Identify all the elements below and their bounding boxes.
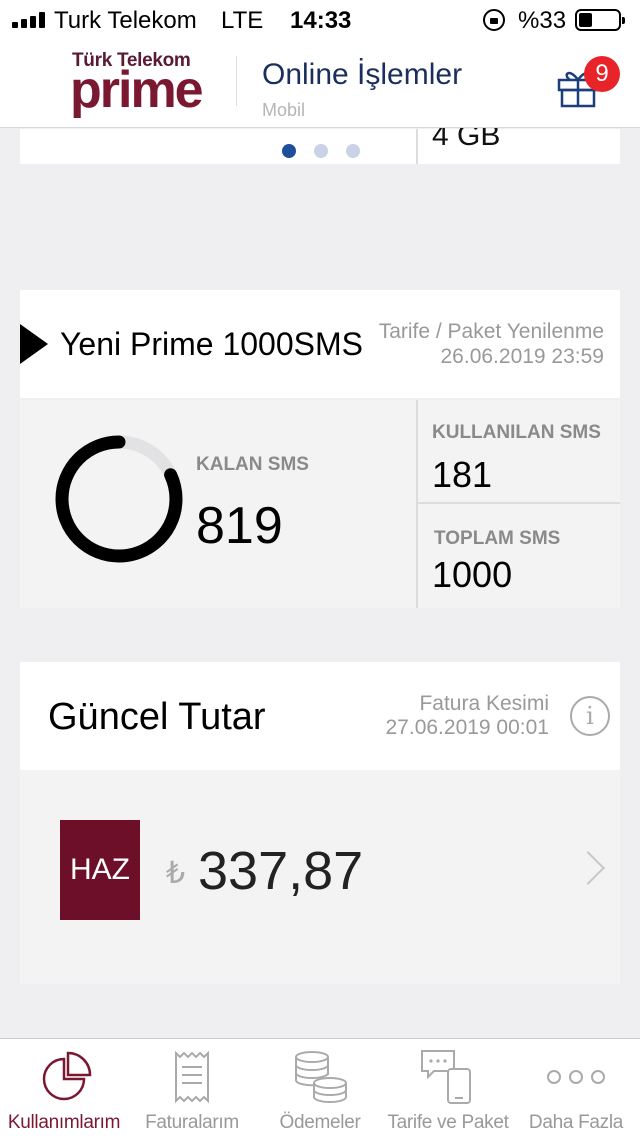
bill-month-badge: HAZ [60, 820, 140, 920]
page-subtitle: Mobil [262, 100, 306, 120]
header-divider [236, 56, 237, 106]
tab-odemeler[interactable]: Ödemeler [256, 1039, 384, 1136]
bill-cut-date: 27.06.2019 00:01 [385, 716, 550, 739]
tab-label: Ödemeler [279, 1112, 361, 1133]
battery-icon [575, 9, 625, 31]
used-sms-value: 181 [432, 454, 493, 495]
tab-label: Daha Fazla [528, 1112, 624, 1133]
receipt-icon [175, 1050, 209, 1104]
expand-arrow-icon [20, 324, 48, 364]
currency-symbol: ₺ [166, 857, 186, 890]
signal-icon [12, 12, 45, 28]
sms-usage-ring [55, 435, 183, 563]
bill-cut-label: Fatura Kesimi [419, 692, 549, 715]
page-dot[interactable] [346, 144, 360, 158]
package-name: Yeni Prime 1000SMS [60, 326, 363, 362]
sms-usage-panel: KALAN SMS 819 KULLANILAN SMS 181 TOPLAM … [20, 400, 620, 608]
network-type: LTE [221, 7, 264, 34]
sms-package-header[interactable]: Yeni Prime 1000SMS Tarife / Paket Yenile… [20, 290, 620, 398]
tab-label: Faturalarım [145, 1112, 239, 1133]
page-dot[interactable] [282, 144, 296, 158]
current-bill-row[interactable]: HAZ ₺ 337,87 [20, 770, 620, 984]
info-icon[interactable]: i [570, 696, 610, 736]
tab-kullanimlarim[interactable]: Kullanımlarım [0, 1039, 128, 1136]
coins-icon [295, 1051, 347, 1103]
remaining-sms-label: KALAN SMS [196, 454, 309, 475]
app-header: Türk Telekom prime Online İşlemler Mobil… [0, 40, 640, 128]
carrier-name: Turk Telekom [54, 7, 197, 34]
panel-divider [418, 502, 620, 504]
card-divider [416, 129, 418, 164]
tab-label: Tarife ve Paket [387, 1112, 509, 1133]
clock: 14:33 [290, 7, 352, 34]
renewal-label: Tarife / Paket Yenilenme [378, 320, 604, 343]
tab-label: Kullanımlarım [7, 1112, 121, 1133]
tab-faturalarim[interactable]: Faturalarım [128, 1039, 256, 1136]
logo-brand: prime [70, 61, 204, 119]
more-icon [547, 1070, 605, 1084]
phone-chat-icon [421, 1050, 471, 1104]
battery-percentage: %33 [518, 7, 567, 34]
pie-chart-icon [42, 1051, 92, 1101]
total-sms-label: TOPLAM SMS [434, 528, 561, 549]
bill-amount: 337,87 [198, 841, 364, 901]
carousel-pagination[interactable] [282, 144, 360, 158]
used-sms-label: KULLANILAN SMS [432, 422, 601, 443]
panel-divider [416, 400, 418, 608]
tab-bar: Kullanımlarım Faturalarım Ödemeler Tarif… [0, 1038, 640, 1136]
current-bill-header: Güncel Tutar Fatura Kesimi 27.06.2019 00… [20, 662, 620, 770]
remaining-sms-value: 819 [196, 497, 283, 555]
status-bar: Turk Telekom LTE 14:33 %33 [0, 0, 640, 40]
orientation-lock-icon [483, 9, 505, 31]
chevron-right-icon [571, 851, 605, 885]
notification-badge[interactable]: 9 [584, 56, 620, 92]
current-bill-title: Güncel Tutar [48, 696, 266, 738]
page-title: Online İşlemler [262, 58, 463, 91]
tab-daha-fazla[interactable]: Daha Fazla [512, 1039, 640, 1136]
tab-tarife-ve-paket[interactable]: Tarife ve Paket [384, 1039, 512, 1136]
renewal-date: 26.06.2019 23:59 [440, 345, 605, 368]
total-sms-value: 1000 [432, 554, 513, 595]
page-dot[interactable] [314, 144, 328, 158]
